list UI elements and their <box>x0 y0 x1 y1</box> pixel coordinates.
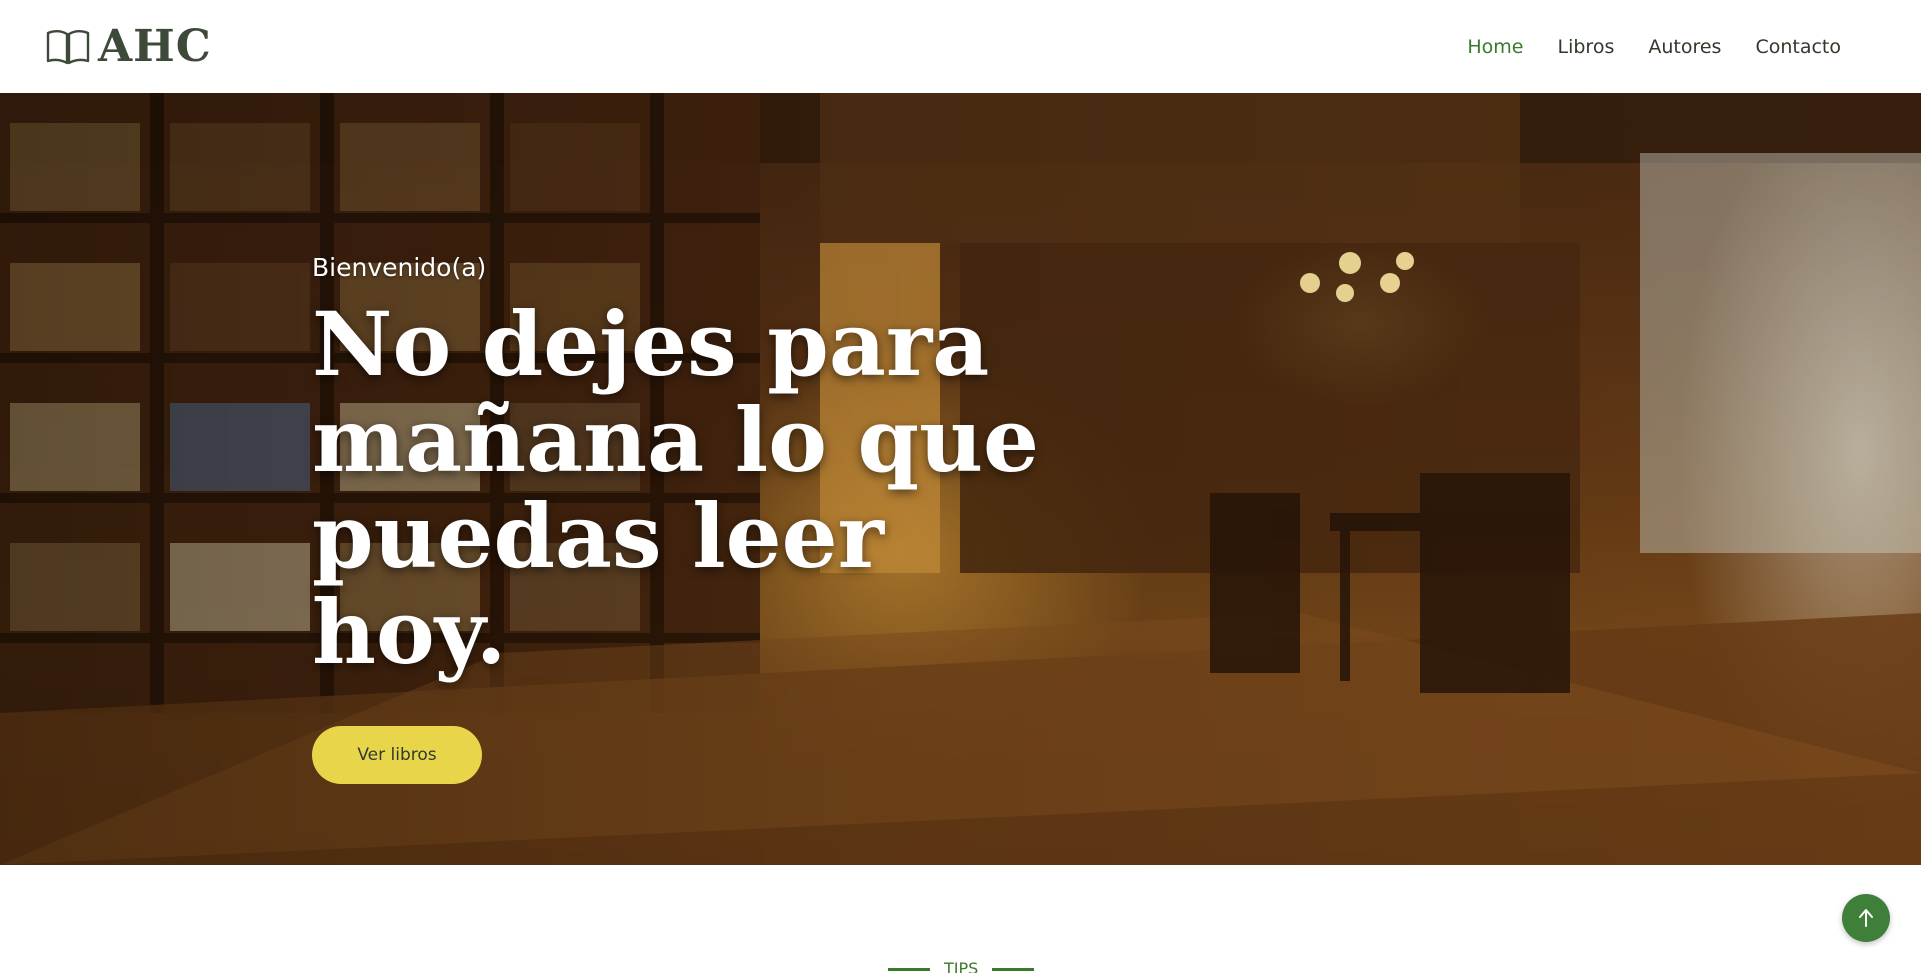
site-header: AHC Home Libros Autores Contacto <box>0 0 1921 93</box>
hero-headline: No dejes para mañana lo que puedas leer … <box>312 296 1072 680</box>
hero-eyebrow: Bienvenido(a) <box>312 253 487 282</box>
hero-headline-line: mañana lo que <box>312 388 1040 492</box>
hero-content: Bienvenido(a) No dejes para mañana lo qu… <box>312 253 1072 784</box>
main-nav: Home Libros Autores Contacto <box>1467 36 1841 58</box>
section-heading: TIPS <box>888 959 1035 973</box>
hero-headline-line: puedas leer hoy. <box>312 484 884 684</box>
brand-logo[interactable]: AHC <box>46 21 212 72</box>
section-divider-left <box>888 967 930 971</box>
brand-name: AHC <box>98 21 212 72</box>
arrow-up-icon <box>1859 909 1873 927</box>
section-label: TIPS <box>944 959 979 973</box>
ver-libros-button[interactable]: Ver libros <box>312 726 482 784</box>
nav-libros-link[interactable]: Libros <box>1558 36 1615 58</box>
back-to-top-button[interactable] <box>1842 894 1890 942</box>
nav-autores-link[interactable]: Autores <box>1648 36 1721 58</box>
hero-headline-line: No dejes para <box>312 292 990 396</box>
section-divider-right <box>992 967 1035 971</box>
nav-home-link[interactable]: Home <box>1467 36 1523 58</box>
nav-contacto-link[interactable]: Contacto <box>1755 36 1841 58</box>
book-open-icon <box>46 29 90 64</box>
hero-section: Bienvenido(a) No dejes para mañana lo qu… <box>0 93 1921 865</box>
